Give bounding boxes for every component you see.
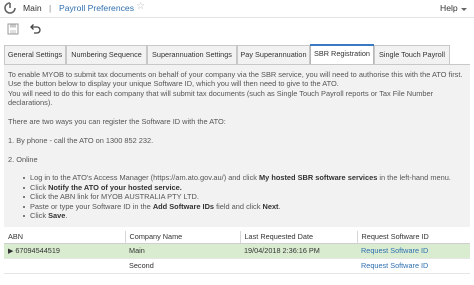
last-requested-date-cell[interactable]: 19/04/2018 2:36:16 PM <box>240 243 357 259</box>
tab-pay-superannuation[interactable]: Pay Superannuation <box>237 45 310 64</box>
help-menu[interactable]: Help <box>440 3 458 13</box>
star-icon[interactable]: ☆ <box>136 1 145 12</box>
intro-text-4: declarations). <box>8 98 53 108</box>
option-phone: 1. By phone - call the ATO on 1300 852 2… <box>8 135 154 145</box>
table-header-row: ABN Company Name Last Requested Date Req… <box>4 231 470 244</box>
undo-icon[interactable] <box>28 22 42 36</box>
page-title: Payroll Preferences <box>59 3 134 13</box>
step-bold-text: Notify the ATO of your hosted service. <box>48 182 182 192</box>
list-item: Click the ABN link for MYOB AUSTRALIA PT… <box>23 192 464 202</box>
tab-sbr-registration[interactable]: SBR Registration <box>310 44 374 65</box>
intro-text-1: To enable MYOB to submit tax documents o… <box>8 70 463 79</box>
step-bold-text: Add Software IDs <box>152 201 215 211</box>
main-menu-label[interactable]: Main <box>23 3 42 13</box>
step-text: . <box>278 201 281 211</box>
preferences-tabs: General Settings Numbering Sequence Supe… <box>4 44 474 65</box>
step-text: . <box>65 211 68 221</box>
step-bold-text: Next <box>262 201 279 211</box>
chevron-down-icon[interactable] <box>461 8 467 11</box>
abn-cell[interactable]: ▶ 67094544519 <box>4 243 125 259</box>
step-text: Paste or type your Software ID in the <box>30 201 153 211</box>
list-item: Paste or type your Software ID in the Ad… <box>23 201 464 211</box>
myob-logo-icon[interactable] <box>4 2 16 15</box>
sbr-instructions-panel: To enable MYOB to submit tax documents o… <box>4 65 470 227</box>
step-text: in the left-hand menu. <box>377 173 451 183</box>
step-bold-text: My hosted SBR software services <box>259 173 378 183</box>
abn-cell[interactable] <box>4 258 125 274</box>
table-row[interactable]: ▶ 67094544519 Main 19/04/2018 2:36:16 PM… <box>4 243 470 259</box>
request-software-id-link[interactable]: Request Software ID <box>357 243 470 259</box>
tab-single-touch-payroll[interactable]: Single Touch Payroll <box>374 45 450 64</box>
column-header-last-requested-date[interactable]: Last Requested Date <box>239 231 357 244</box>
company-name-cell[interactable]: Main <box>125 243 240 259</box>
list-item: Log in to the ATO's Access Manager (http… <box>23 173 464 183</box>
column-header-request-software-id[interactable]: Request Software ID <box>356 231 470 244</box>
list-item: Click Notify the ATO of your hosted serv… <box>23 182 464 192</box>
option-online: 2. Online <box>8 154 38 164</box>
intro-text-3: You will need to do this for each compan… <box>8 88 434 98</box>
step-text: Log in to the ATO's Access Manager ( <box>30 173 154 183</box>
tab-numbering-sequence[interactable]: Numbering Sequence <box>66 45 147 64</box>
toolbar <box>0 19 474 41</box>
list-item: Click Save. <box>23 211 464 221</box>
step-text: field and click <box>214 201 263 211</box>
step-text: Click <box>30 182 49 192</box>
save-icon[interactable] <box>6 22 20 36</box>
tab-general-settings[interactable]: General Settings <box>4 45 66 64</box>
tab-superannuation-settings[interactable]: Superannuation Settings <box>147 45 237 64</box>
registration-ways-text: There are two ways you can register the … <box>8 117 226 127</box>
ato-access-manager-link[interactable]: https://am.ato.gov.au/ <box>153 173 224 182</box>
request-software-id-link[interactable]: Request Software ID <box>357 258 470 274</box>
intro-text-2: Use the button below to display your uni… <box>8 79 339 89</box>
step-text: Click <box>30 211 49 221</box>
online-steps-list: Log in to the ATO's Access Manager (http… <box>23 173 464 221</box>
abn-value: 67094544519 <box>15 246 60 255</box>
title-bar: Main | Payroll Preferences ☆ Help <box>0 0 474 18</box>
column-header-company-name[interactable]: Company Name <box>124 231 240 244</box>
step-text: ) and click <box>223 173 260 183</box>
step-bold-text: Save <box>48 211 66 221</box>
company-name-cell[interactable]: Second <box>125 258 240 274</box>
title-separator: | <box>49 3 52 13</box>
step-text: Click the ABN link for MYOB AUSTRALIA PT… <box>30 192 199 202</box>
last-requested-date-cell[interactable] <box>240 258 357 274</box>
abn-software-id-table: ABN Company Name Last Requested Date Req… <box>4 231 470 274</box>
column-header-abn[interactable]: ABN <box>4 231 125 244</box>
table-row[interactable]: Second Request Software ID <box>4 258 470 274</box>
